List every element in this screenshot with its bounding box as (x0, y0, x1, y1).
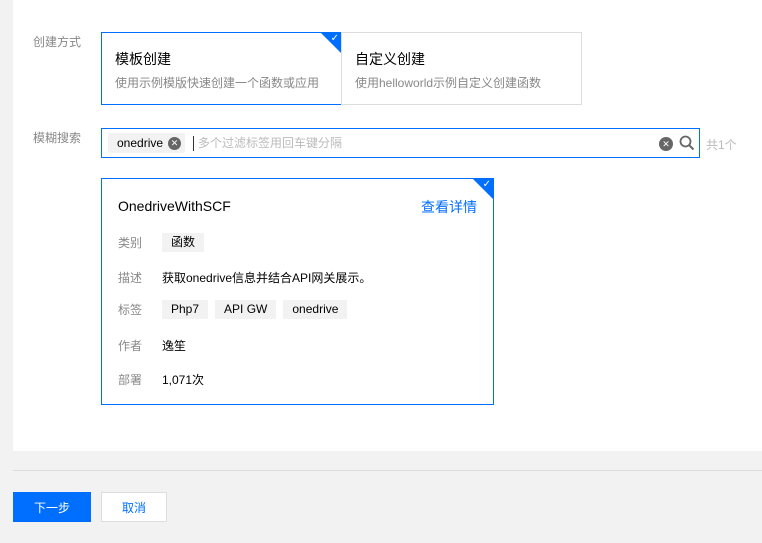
tags-row: 标签 Php7 API GW onedrive (118, 300, 354, 319)
template-name: OnedriveWithSCF (118, 198, 231, 214)
filter-tag-label: onedrive (117, 136, 164, 150)
category-row: 类别 函数 (118, 233, 211, 252)
check-icon: ✓ (482, 179, 491, 190)
desc-value: 获取onedrive信息并结合API网关展示。 (162, 271, 372, 285)
next-button[interactable]: 下一步 (13, 492, 91, 522)
check-icon: ✓ (330, 33, 339, 44)
search-icon[interactable] (679, 135, 695, 154)
custom-create-option[interactable]: 自定义创建 使用helloworld示例自定义创建函数 (341, 32, 582, 105)
deploy-row: 部署 1,071次 (118, 371, 204, 388)
category-tag: 函数 (162, 233, 205, 252)
view-details-link[interactable]: 查看详情 (421, 197, 477, 217)
desc-row: 描述 获取onedrive信息并结合API网关展示。 (118, 269, 371, 286)
category-label: 类别 (118, 236, 143, 250)
template-create-option[interactable]: 模板创建 使用示例模版快速创建一个函数或应用 ✓ (101, 32, 342, 105)
result-count: 共1个 (706, 138, 737, 152)
option-desc: 使用示例模版快速创建一个函数或应用 (115, 76, 320, 90)
search-input[interactable] (198, 133, 648, 153)
option-title: 模板创建 (115, 51, 171, 67)
filter-tag: onedrive ✕ (108, 133, 186, 153)
template-card[interactable]: ✓ OnedriveWithSCF 查看详情 类别 函数 描述 获取onedri… (101, 178, 494, 405)
deploy-label: 部署 (118, 373, 143, 387)
option-desc: 使用helloworld示例自定义创建函数 (355, 76, 542, 90)
text-caret (193, 136, 194, 151)
clear-icon[interactable]: ✕ (659, 137, 673, 151)
tag-item: Php7 (162, 300, 209, 319)
tag-item: API GW (215, 300, 277, 319)
deploy-value: 1,071次 (162, 373, 205, 387)
create-mode-label: 创建方式 (33, 35, 82, 49)
search-box[interactable]: onedrive ✕ ✕ (101, 128, 700, 158)
author-value: 逸笙 (162, 339, 187, 353)
desc-label: 描述 (118, 271, 143, 285)
author-row: 作者 逸笙 (118, 337, 186, 354)
cancel-button[interactable]: 取消 (101, 492, 167, 522)
tag-remove-icon[interactable]: ✕ (168, 136, 182, 150)
footer-divider (13, 470, 762, 471)
author-label: 作者 (118, 339, 143, 353)
tags-label: 标签 (118, 303, 143, 317)
tag-item: onedrive (283, 300, 348, 319)
option-title: 自定义创建 (355, 51, 425, 67)
search-label: 模糊搜索 (33, 131, 82, 145)
